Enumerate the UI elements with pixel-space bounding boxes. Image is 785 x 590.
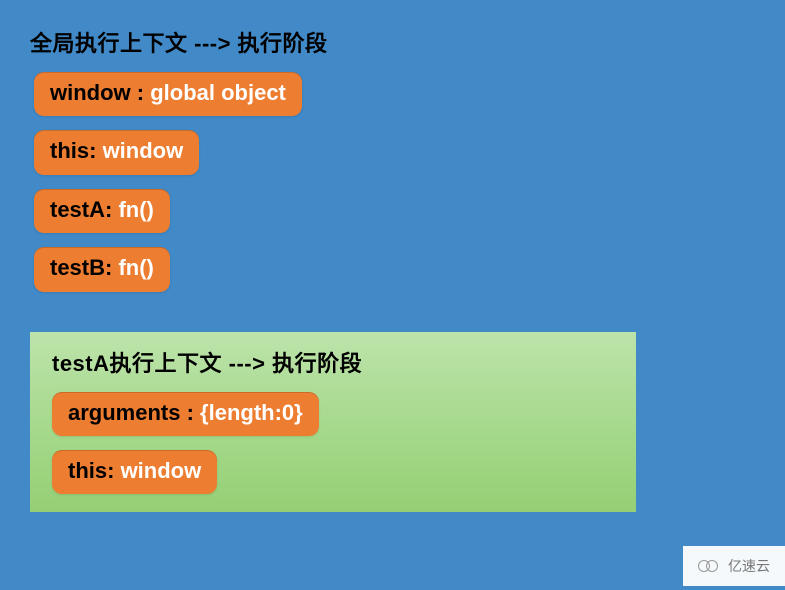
entry-value: window [103,138,184,163]
test-a-entry: testA: fn() [34,189,170,233]
nested-this-entry: this: window [52,450,217,494]
diagram-root: 全局执行上下文 ---> 执行阶段 window : global object… [0,0,785,512]
nested-entry-row: arguments : {length:0} [52,392,618,436]
watermark-badge: 亿速云 [683,546,785,586]
global-entry-row: window : global object [34,72,755,116]
entry-value: fn() [118,255,153,280]
global-entry-row: testB: fn() [34,247,755,291]
window-entry: window : global object [34,72,302,116]
entry-value: {length:0} [200,400,303,425]
cloud-icon [698,559,724,573]
watermark-text: 亿速云 [728,556,770,576]
global-entry-row: this: window [34,130,755,174]
entry-label: testA: [50,197,118,222]
entry-value: fn() [118,197,153,222]
entry-label: arguments : [68,400,200,425]
entry-label: window : [50,80,150,105]
nested-context-box: testA执行上下文 ---> 执行阶段 arguments : {length… [30,332,636,513]
entry-label: this: [68,458,121,483]
entry-label: testB: [50,255,118,280]
entry-value: global object [150,80,286,105]
entry-value: window [121,458,202,483]
arguments-entry: arguments : {length:0} [52,392,319,436]
this-entry: this: window [34,130,199,174]
nested-entry-row: this: window [52,450,618,494]
global-entry-row: testA: fn() [34,189,755,233]
global-context-title: 全局执行上下文 ---> 执行阶段 [30,26,755,58]
test-b-entry: testB: fn() [34,247,170,291]
nested-context-title: testA执行上下文 ---> 执行阶段 [52,346,618,378]
entry-label: this: [50,138,103,163]
nested-title-prefix: testA [52,351,110,376]
nested-title-rest: 执行上下文 ---> 执行阶段 [110,351,363,376]
